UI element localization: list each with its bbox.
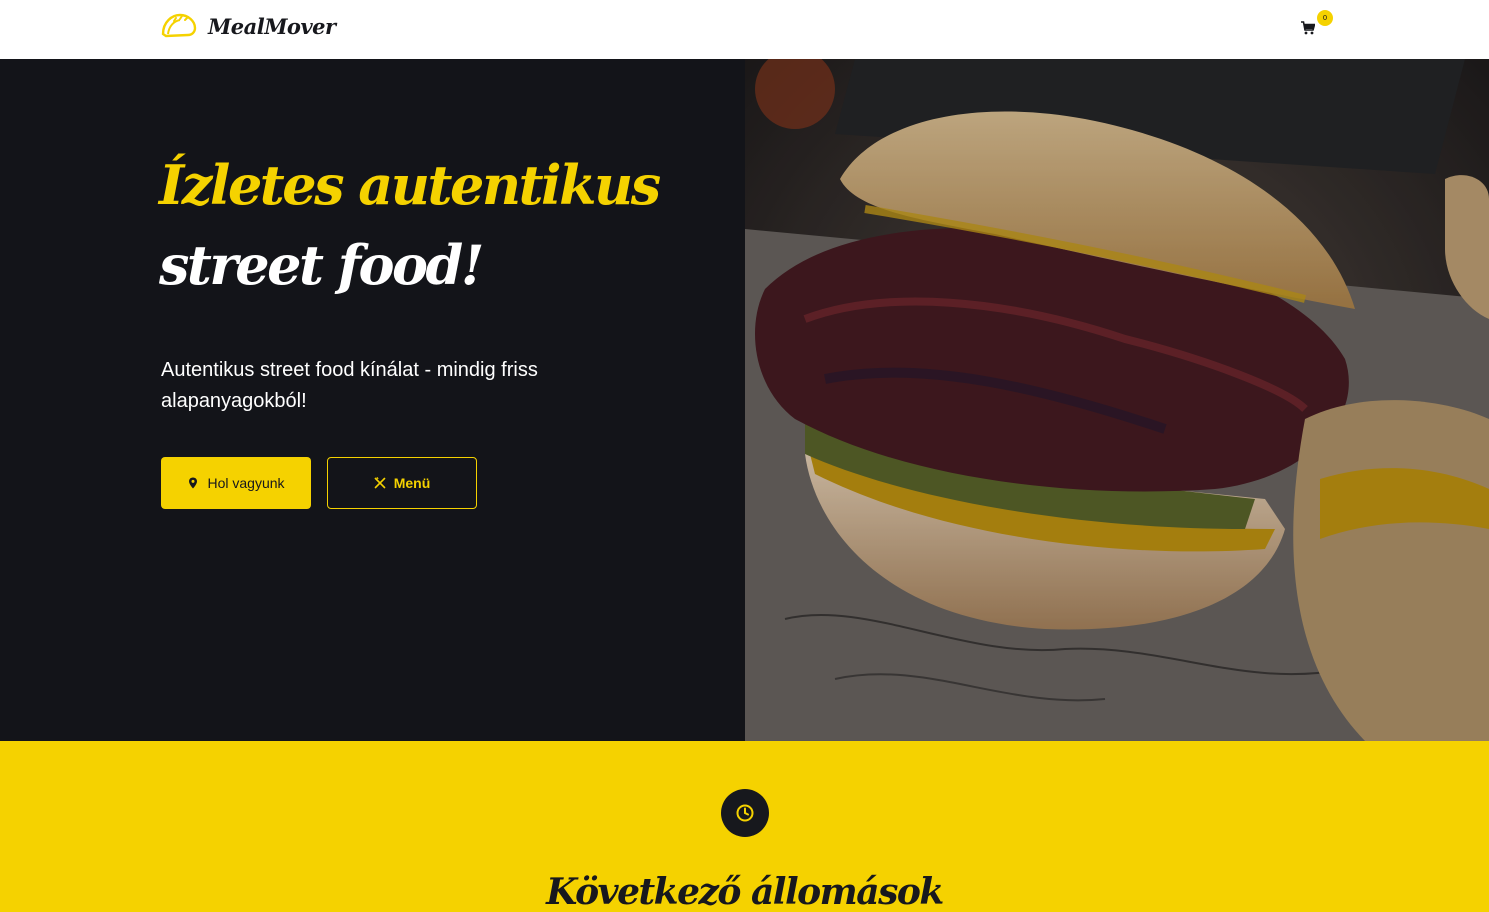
map-pin-icon: [189, 477, 198, 489]
taco-icon: [161, 13, 197, 38]
hero-subtitle: Autentikus street food kínálat - mindig …: [161, 359, 538, 412]
burger-photo: [745, 59, 1489, 741]
brand-logo-link[interactable]: MealMover: [160, 8, 336, 44]
hero-text-panel: Ízletes autentikus street food! Autentik…: [0, 59, 745, 741]
cart-icon: [1301, 21, 1315, 35]
hero-image: [745, 59, 1489, 741]
next-stops-section: Következő állomások: [0, 741, 1489, 912]
hero-section: Ízletes autentikus street food! Autentik…: [0, 59, 1489, 741]
hero-title: Ízletes autentikus street food!: [159, 145, 679, 305]
menu-button[interactable]: Menü: [327, 457, 477, 509]
next-stops-title: Következő állomások: [546, 871, 944, 912]
hero-title-line1: Ízletes autentikus: [159, 153, 661, 217]
navbar: MealMover 0: [0, 0, 1489, 59]
clock-icon: [736, 804, 754, 822]
cart-button[interactable]: 0: [1301, 10, 1333, 37]
menu-label: Menü: [393, 475, 431, 491]
where-are-we-label: Hol vagyunk: [207, 475, 285, 491]
hero-title-line2: street food!: [159, 233, 484, 297]
where-are-we-button[interactable]: Hol vagyunk: [161, 457, 311, 509]
clock-badge: [721, 789, 769, 837]
cart-count-badge: 0: [1317, 10, 1333, 26]
brand-name: MealMover: [208, 13, 336, 39]
utensils-icon: [374, 477, 386, 489]
